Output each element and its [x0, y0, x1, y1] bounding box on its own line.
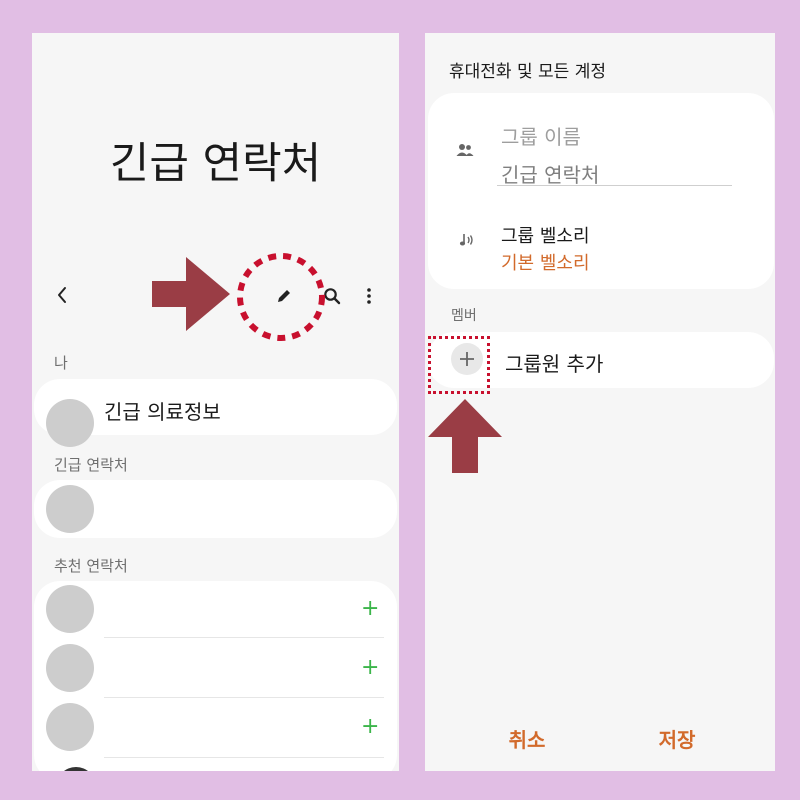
more-vertical-icon	[367, 288, 371, 304]
ringtone-icon	[459, 234, 473, 246]
highlight-box-annotation	[428, 336, 490, 394]
emergency-contacts-screen: 긴급 연락처 나 긴급 의료정보 긴급 연락처 추천 연락처 + + +	[32, 33, 399, 771]
emergency-contact-row[interactable]	[34, 480, 397, 538]
page-title: 긴급 연락처	[109, 139, 322, 189]
suggested-contacts-list: + + +	[34, 581, 397, 771]
more-options-button[interactable]	[357, 284, 381, 308]
account-label: 휴대전화 및 모든 계정	[449, 62, 606, 82]
back-button[interactable]	[50, 283, 74, 307]
avatar	[46, 485, 94, 533]
avatar	[46, 703, 94, 751]
add-contact-button[interactable]: +	[361, 716, 379, 738]
save-button[interactable]: 저장	[637, 724, 717, 753]
people-icon	[456, 144, 474, 156]
section-suggested-contacts: 추천 연락처	[54, 557, 128, 575]
divider	[104, 697, 384, 698]
divider	[104, 757, 384, 758]
ringtone-value[interactable]: 기본 벨소리	[501, 249, 590, 275]
medical-info-row[interactable]: 긴급 의료정보	[34, 379, 397, 447]
arrow-up-annotation	[428, 399, 502, 473]
group-name-placeholder: 그룹 이름	[501, 125, 581, 149]
group-name-input[interactable]: 긴급 연락처	[501, 159, 599, 188]
avatar	[46, 399, 94, 447]
add-contact-button[interactable]: +	[361, 657, 379, 679]
group-info-card: 그룹 이름 긴급 연락처 그룹 벨소리 기본 벨소리	[428, 93, 774, 289]
add-member-label: 그룹원 추가	[505, 352, 604, 376]
ringtone-label[interactable]: 그룹 벨소리	[501, 222, 590, 248]
input-underline	[497, 185, 732, 186]
avatar	[56, 767, 96, 771]
cancel-button[interactable]: 취소	[487, 724, 567, 753]
highlight-circle-annotation	[237, 253, 325, 341]
chevron-left-icon	[58, 287, 66, 303]
divider	[104, 637, 384, 638]
add-contact-button[interactable]: +	[361, 598, 379, 620]
avatar	[46, 585, 94, 633]
section-members: 멤버	[451, 308, 477, 324]
avatar	[46, 644, 94, 692]
section-emergency-contacts: 긴급 연락처	[54, 456, 128, 474]
medical-info-label: 긴급 의료정보	[104, 400, 221, 424]
section-me: 나	[54, 354, 68, 372]
arrow-right-annotation	[152, 257, 230, 331]
